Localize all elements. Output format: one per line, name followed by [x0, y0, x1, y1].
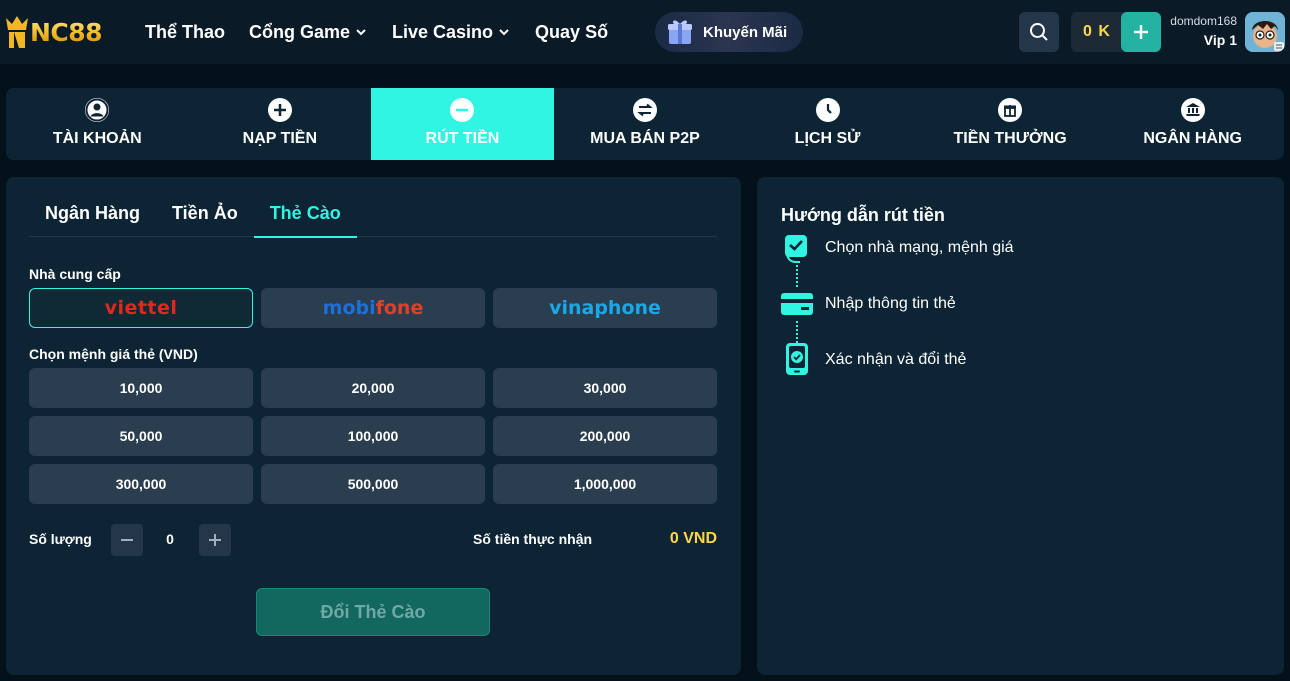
minus-icon	[121, 539, 133, 541]
provider-label: Nhà cung cấp	[29, 266, 121, 282]
username: domdom168	[1170, 14, 1237, 28]
tab-label: TÀI KHOẢN	[52, 130, 142, 147]
method-tab-ngan-hang[interactable]: Ngân Hàng	[29, 195, 156, 237]
quantity-increase-button[interactable]	[199, 524, 231, 556]
tab-tai-khoan[interactable]: TÀI KHOẢN	[6, 88, 189, 160]
user-icon	[85, 98, 110, 122]
guide-step-3: Xác nhận và đổi thẻ	[825, 351, 967, 368]
denomination-label: Chọn mệnh giá thẻ (VND)	[29, 346, 198, 362]
denomination-grid: 10,000 20,000 30,000 50,000 100,000 200,…	[29, 368, 717, 504]
avatar-face-icon	[1245, 12, 1285, 52]
balance-value: 0 K	[1083, 23, 1111, 40]
step-connector	[796, 321, 798, 343]
denomination-option[interactable]: 1,000,000	[493, 464, 717, 504]
received-amount-label: Số tiền thực nhận	[473, 531, 593, 547]
tab-tien-thuong[interactable]: TIỀN THƯỞNG	[919, 88, 1102, 160]
denomination-option[interactable]: 20,000	[261, 368, 485, 408]
tab-label: NGÂN HÀNG	[1143, 130, 1242, 147]
nav-item-label: Quay Số	[535, 21, 609, 42]
withdraw-guide-panel: Hướng dẫn rút tiền Chọn nhà mạng, mệnh g…	[757, 177, 1284, 675]
tab-label: LỊCH SỬ	[794, 130, 861, 147]
nav-item-cong-game[interactable]: Cổng Game	[249, 22, 368, 43]
denomination-option[interactable]: 500,000	[261, 464, 485, 504]
account-tabbar: TÀI KHOẢN NẠP TIỀN RÚT TIỀN MUA BÁN P2P …	[6, 88, 1284, 160]
provider-mobifone[interactable]: mobi fone	[261, 288, 485, 328]
plus-icon	[209, 534, 221, 546]
nav-item-label: Cổng Game	[249, 21, 351, 42]
denomination-option[interactable]: 50,000	[29, 416, 253, 456]
guide-step-1: Chọn nhà mạng, mệnh giá	[825, 239, 1014, 256]
withdraw-form-panel: Ngân Hàng Tiền Ảo Thẻ Cào Nhà cung cấp v…	[6, 177, 741, 675]
vip-level: Vip 1	[1203, 32, 1237, 48]
avatar[interactable]	[1245, 12, 1285, 52]
nav-item-label: Thể Thao	[145, 21, 225, 42]
minus-circle-icon	[450, 98, 475, 122]
tab-lich-su[interactable]: LỊCH SỬ	[736, 88, 919, 160]
card-check-icon	[781, 232, 813, 264]
tab-rut-tien[interactable]: RÚT TIỀN	[371, 88, 554, 160]
provider-options: viettel mobi fone vinaphone	[29, 288, 717, 328]
quantity-value: 0	[166, 531, 174, 547]
denomination-option[interactable]: 300,000	[29, 464, 253, 504]
quantity-label: Số lượng	[29, 531, 92, 547]
tab-label: RÚT TIỀN	[425, 130, 500, 147]
method-tab-tien-ao[interactable]: Tiền Ảo	[156, 195, 254, 237]
phone-check-icon	[781, 343, 813, 375]
tab-mua-ban-p2p[interactable]: MUA BÁN P2P	[554, 88, 737, 160]
denomination-option[interactable]: 30,000	[493, 368, 717, 408]
exchange-icon	[632, 98, 657, 122]
chevron-down-icon	[356, 29, 366, 36]
top-navbar: NC88 Thể Thao Cổng Game Live Casino Quay…	[0, 0, 1290, 64]
step-connector	[796, 265, 798, 287]
nav-item-label: Live Casino	[392, 21, 494, 42]
logo[interactable]: NC88	[4, 12, 103, 52]
main-nav: Thể Thao Cổng Game Live Casino Quay Số	[145, 0, 632, 64]
denomination-option[interactable]: 10,000	[29, 368, 253, 408]
search-icon	[1030, 23, 1048, 41]
withdraw-method-tabs: Ngân Hàng Tiền Ảo Thẻ Cào	[29, 195, 717, 238]
nav-item-the-thao[interactable]: Thể Thao	[145, 22, 225, 43]
promo-button[interactable]: Khuyến Mãi	[655, 12, 803, 52]
nav-item-quay-so[interactable]: Quay Số	[535, 22, 608, 43]
tab-nap-tien[interactable]: NẠP TIỀN	[189, 88, 372, 160]
tab-label: MUA BÁN P2P	[590, 130, 700, 147]
promo-label: Khuyến Mãi	[703, 23, 788, 41]
denomination-option[interactable]: 200,000	[493, 416, 717, 456]
nav-item-live-casino[interactable]: Live Casino	[392, 22, 511, 43]
bank-icon	[1180, 98, 1205, 122]
denomination-option[interactable]: 100,000	[261, 416, 485, 456]
logo-mark-icon	[6, 16, 28, 48]
gift-box-icon	[668, 20, 692, 44]
tab-label: TIỀN THƯỞNG	[953, 130, 1067, 147]
guide-title: Hướng dẫn rút tiền	[781, 205, 945, 225]
quantity-decrease-button[interactable]	[111, 524, 143, 556]
tab-label: NẠP TIỀN	[242, 130, 318, 147]
provider-viettel[interactable]: viettel	[29, 288, 253, 328]
received-amount-value: 0 VND	[669, 530, 717, 547]
tab-ngan-hang[interactable]: NGÂN HÀNG	[1101, 88, 1284, 160]
clock-icon	[815, 98, 840, 122]
method-tab-the-cao[interactable]: Thẻ Cào	[253, 195, 357, 238]
provider-vinaphone[interactable]: vinaphone	[493, 288, 717, 328]
gift-icon	[998, 98, 1023, 122]
search-button[interactable]	[1019, 12, 1059, 52]
logo-text: NC88	[30, 17, 103, 47]
exchange-card-button[interactable]: Đổi Thẻ Cào	[256, 588, 490, 636]
chevron-down-icon	[499, 29, 509, 36]
guide-step-2: Nhập thông tin thẻ	[825, 295, 956, 312]
card-icon	[781, 288, 813, 320]
plus-circle-icon	[267, 98, 292, 122]
